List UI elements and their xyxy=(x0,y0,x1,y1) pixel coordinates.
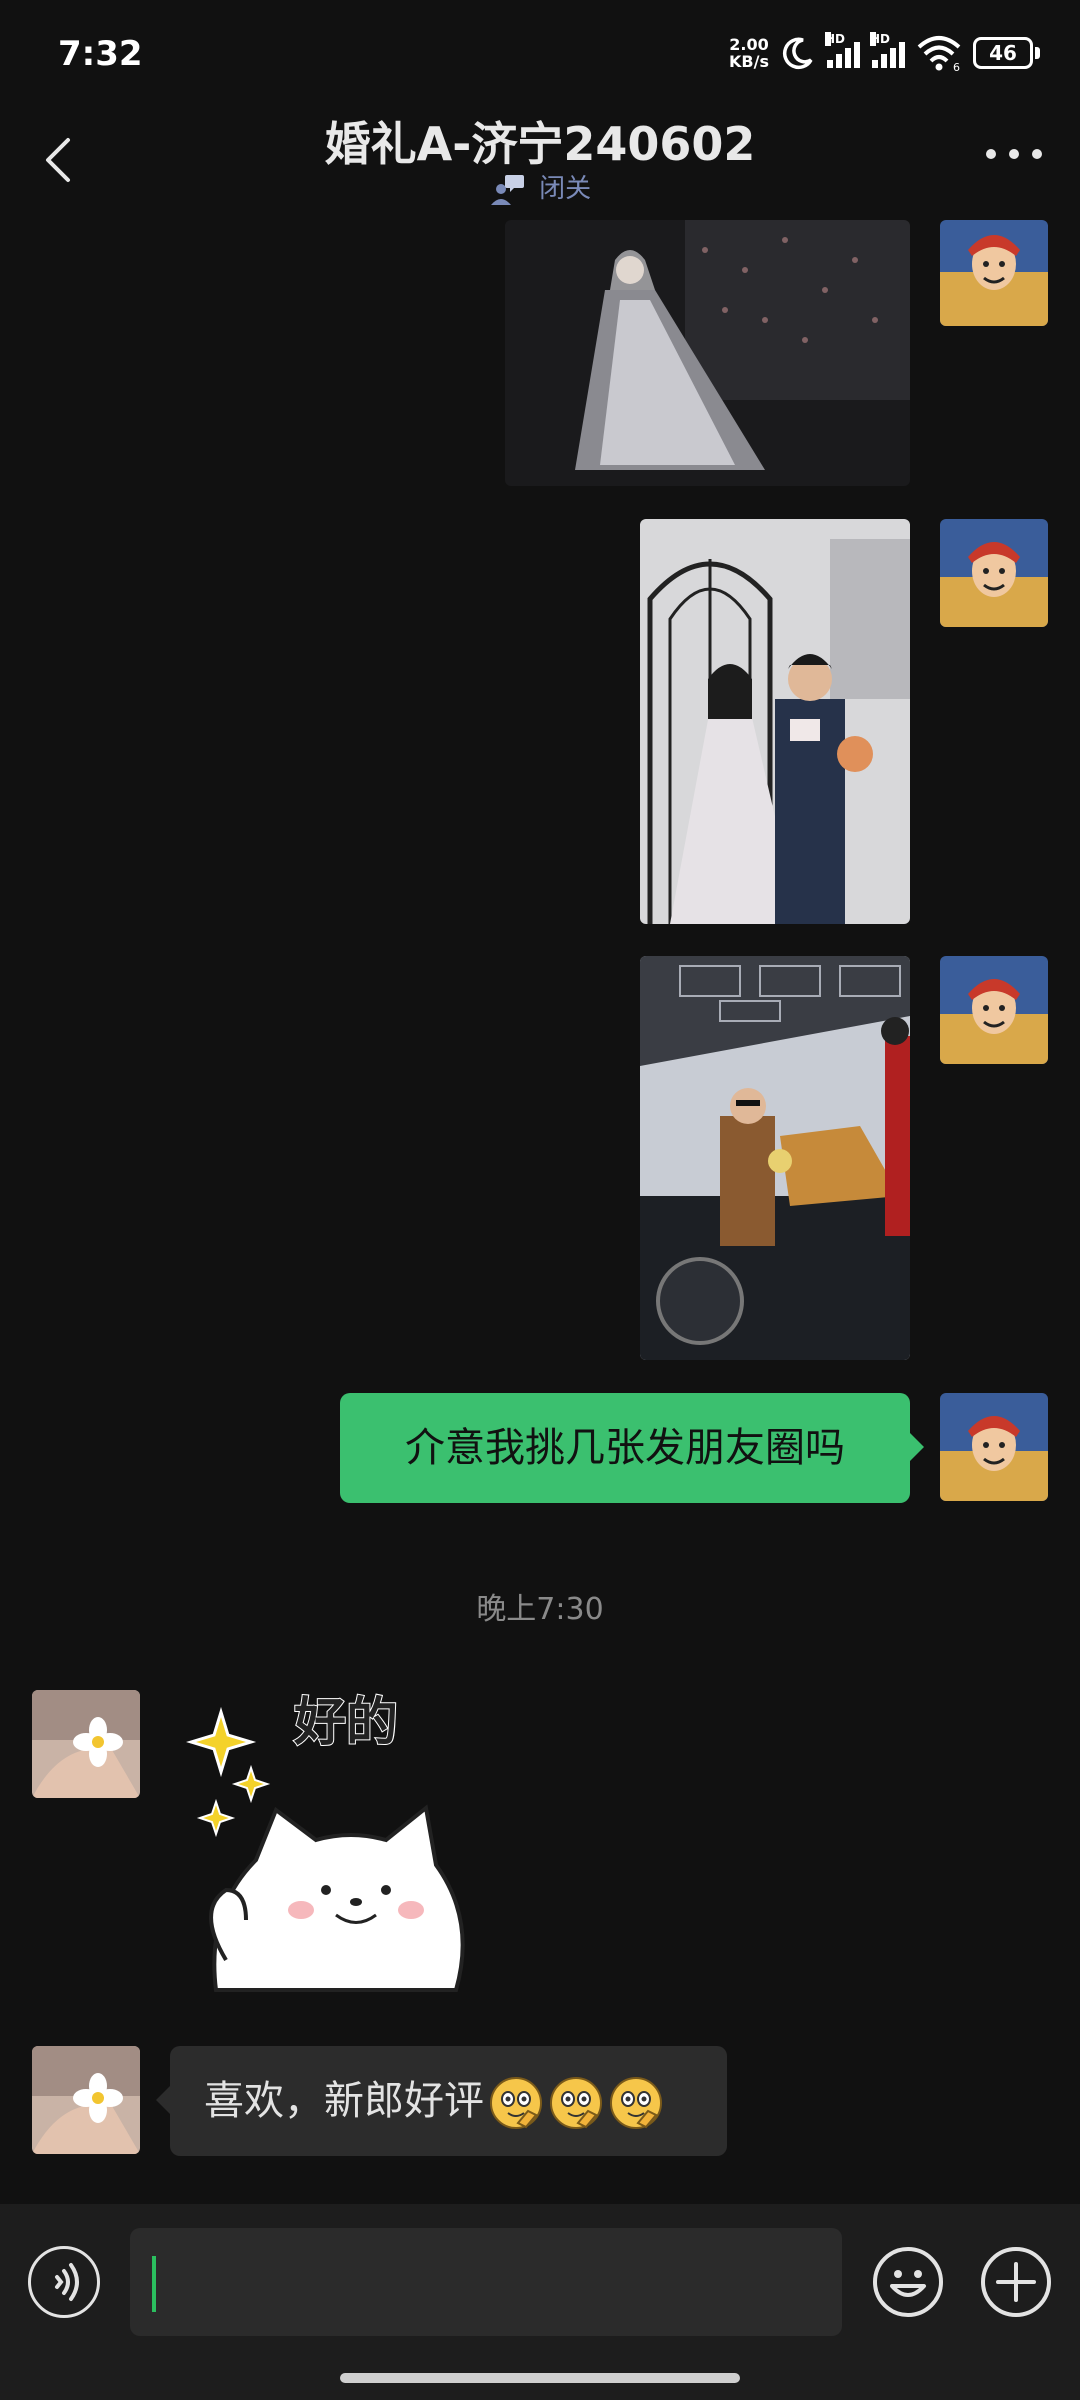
contact-avatar[interactable] xyxy=(32,2046,140,2154)
more-options-button[interactable] xyxy=(986,144,1042,164)
home-indicator[interactable] xyxy=(340,2373,740,2383)
chat-title: 婚礼A-济宁240602 xyxy=(324,117,756,171)
status-icons: 2.00 KB/s HD HD 6 46 xyxy=(729,30,1040,76)
battery-level: 46 xyxy=(973,37,1033,69)
chat-status-label: 闭关 xyxy=(539,174,592,204)
image-message-bride-dark[interactable] xyxy=(505,220,910,486)
my-avatar[interactable] xyxy=(940,519,1048,627)
cellular-signal-2-icon: HD xyxy=(870,32,905,68)
voice-icon xyxy=(55,2263,79,2301)
message-input[interactable] xyxy=(130,2228,842,2336)
emoji-button-icon[interactable] xyxy=(872,2246,944,2318)
wifi-sub-label: 6 xyxy=(953,61,960,71)
do-not-disturb-icon xyxy=(782,37,813,70)
hd-label-1: HD xyxy=(825,32,846,46)
sticker-message[interactable]: 好的 xyxy=(185,1690,476,2010)
image-message-groom-car[interactable] xyxy=(640,956,910,1360)
status-time: 7:32 xyxy=(58,34,143,74)
status-bar: 7:32 2.00 KB/s HD HD 6 46 xyxy=(0,0,1080,100)
voice-input-button[interactable] xyxy=(28,2246,100,2318)
wifi-icon: 6 xyxy=(917,36,961,71)
my-avatar[interactable] xyxy=(940,956,1048,1064)
my-avatar[interactable] xyxy=(940,1393,1048,1501)
received-text-message[interactable]: 喜欢，新郎好评 xyxy=(156,2046,727,2156)
time-separator: 晚上7:30 xyxy=(476,1592,604,1627)
chat-header: 婚礼A-济宁240602 闭关 xyxy=(0,100,1080,218)
emoji-smug-icon xyxy=(550,2077,602,2129)
focus-mode-icon xyxy=(490,174,524,205)
hd-label-2: HD xyxy=(870,32,891,46)
image-message-ceremony[interactable] xyxy=(640,519,910,924)
more-functions-plus-icon[interactable] xyxy=(980,2246,1052,2318)
cellular-signal-1-icon: HD xyxy=(825,32,860,68)
network-speed-unit: KB/s xyxy=(729,52,769,71)
input-bar xyxy=(0,2204,1080,2400)
battery-icon: 46 xyxy=(973,37,1040,69)
sticker-caption: 好的 xyxy=(293,1693,398,1753)
emoji-smug-icon xyxy=(610,2077,662,2129)
text-cursor xyxy=(152,2256,156,2312)
contact-avatar[interactable] xyxy=(32,1690,140,1798)
my-avatar[interactable] xyxy=(940,220,1048,326)
emoji-smug-icon xyxy=(490,2077,542,2129)
received-text-label: 喜欢，新郎好评 xyxy=(204,2078,484,2124)
network-speed: 2.00 KB/s xyxy=(729,36,769,70)
sent-text-message[interactable]: 介意我挑几张发朋友圈吗 xyxy=(340,1393,924,1503)
network-speed-value: 2.00 xyxy=(729,35,769,54)
chat-status: 闭关 xyxy=(0,168,1080,207)
